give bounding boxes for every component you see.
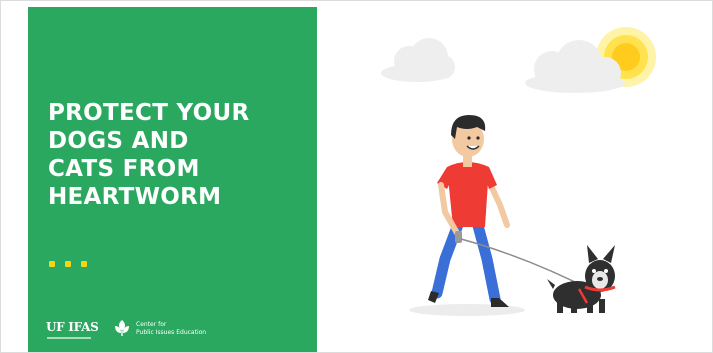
headline-line-1: PROTECT YOUR <box>48 100 250 126</box>
ufifas-logo-subtext <box>47 337 91 339</box>
dot <box>81 261 87 267</box>
dot <box>49 261 55 267</box>
headline-line-4: HEARTWORM <box>48 184 222 210</box>
headline: PROTECT YOUR DOGS AND CATS FROM HEARTWOR… <box>48 99 308 211</box>
cloud-icon <box>381 38 455 82</box>
leaf-icon <box>115 320 129 336</box>
center-logo-line-2: Public Issues Education <box>136 329 207 336</box>
graphic-card: PROTECT YOUR DOGS AND CATS FROM HEARTWOR… <box>0 0 713 353</box>
headline-line-3: CATS FROM <box>48 156 200 182</box>
center-logo-line-1: Center for <box>136 321 167 328</box>
dog-illustration <box>547 245 616 313</box>
headline-line-2: DOGS AND <box>48 128 189 154</box>
dot <box>65 261 71 267</box>
green-text-panel: PROTECT YOUR DOGS AND CATS FROM HEARTWOR… <box>28 7 317 352</box>
man-illustration <box>428 115 510 307</box>
decorative-dots <box>49 252 97 271</box>
center-logo-text: Center for Public Issues Education <box>136 321 206 337</box>
illustration-scene <box>381 27 656 316</box>
ufifas-logo: UF IFAS <box>46 320 99 334</box>
